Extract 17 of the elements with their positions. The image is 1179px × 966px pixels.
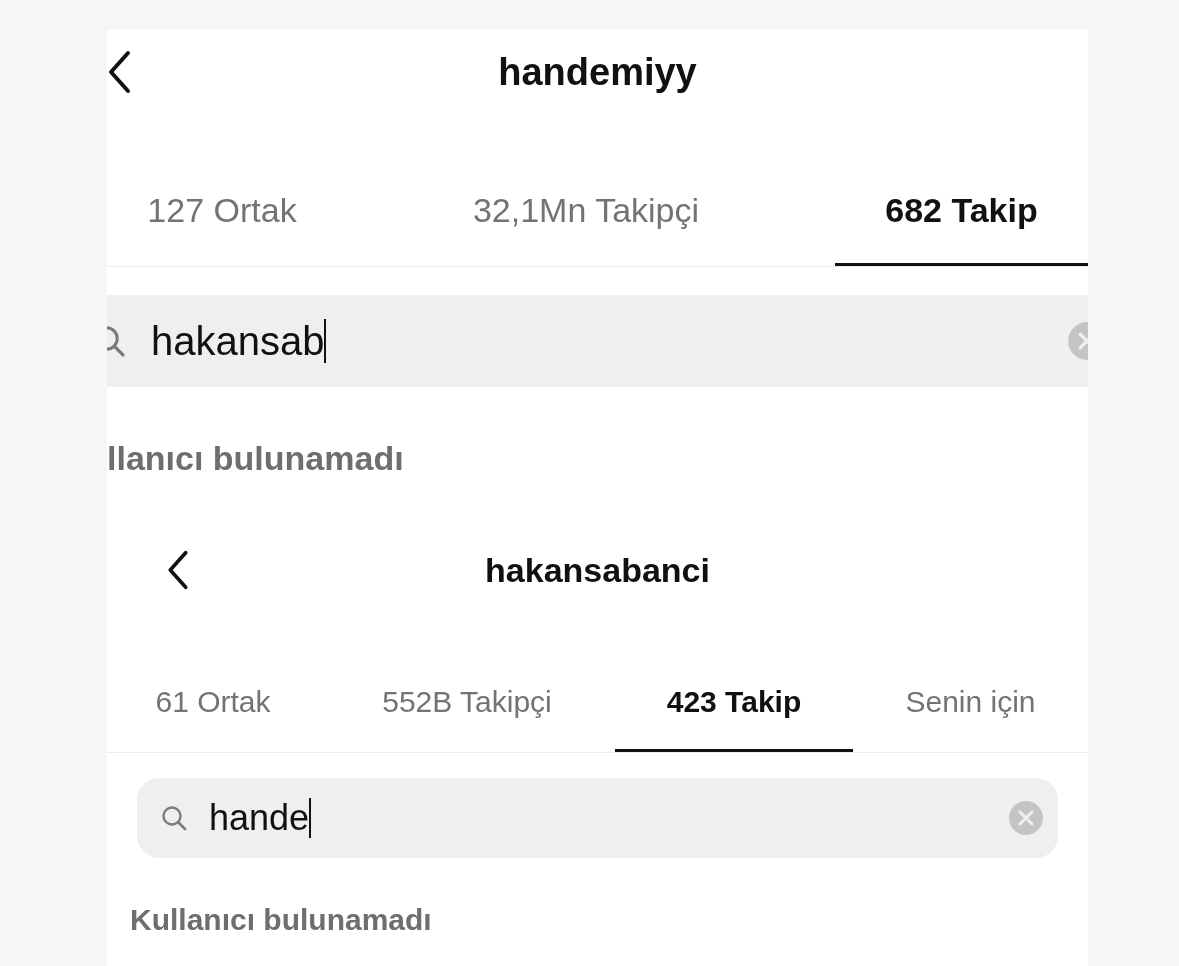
search-text: hakansab <box>151 318 325 364</box>
back-icon[interactable] <box>107 50 131 94</box>
tab[interactable]: 127 Ortak <box>107 114 337 266</box>
search-text: hande <box>209 797 310 839</box>
tab[interactable]: 423 Takip <box>615 640 853 752</box>
search-icon <box>159 803 189 833</box>
search-field[interactable]: hakansab <box>107 295 1088 387</box>
tab[interactable]: 682 Takip <box>835 114 1088 266</box>
username-title: handemiyy <box>498 50 697 94</box>
no-results-message: llanıcı bulunamadı <box>107 438 405 479</box>
tab[interactable]: 61 Ortak <box>107 640 319 752</box>
search-field[interactable]: hande <box>137 778 1058 858</box>
tab[interactable]: 32,1Mn Takipçi <box>337 114 835 266</box>
no-results-message: Kullanıcı bulunamadı <box>130 902 433 938</box>
tab[interactable]: 552B Takipçi <box>319 640 615 752</box>
tab[interactable]: Senin için <box>853 640 1088 752</box>
username-title: hakansabanci <box>485 550 710 590</box>
